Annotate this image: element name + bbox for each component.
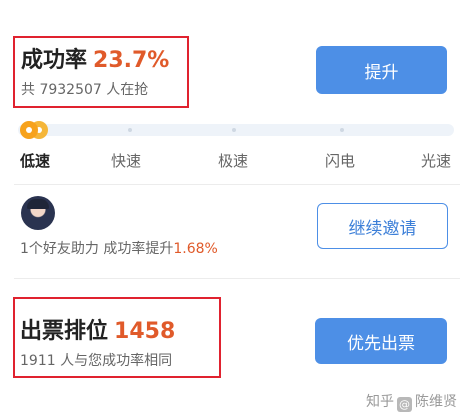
friend-assist-percent: 1.68% — [173, 241, 218, 257]
speed-slider-track[interactable] — [18, 124, 454, 136]
competitors-count: 共 7932507 人在抢 — [21, 82, 149, 98]
divider — [14, 278, 460, 279]
upgrade-button[interactable]: 提升 — [316, 46, 447, 94]
zhihu-logo-icon: @ — [397, 397, 412, 412]
speed-option-extreme[interactable]: 极速 — [218, 150, 248, 171]
friend-assist-text: 1个好友助力 成功率提升1.68% — [20, 238, 218, 258]
ticket-rank-heading: 出票排位 1458 — [20, 313, 175, 345]
speed-tick — [232, 128, 236, 132]
watermark: 知乎 @ 陈维贤 — [366, 391, 457, 412]
speed-tick — [128, 128, 132, 132]
slider-handle-ring-icon — [20, 121, 38, 139]
friend-assist-label: 1个好友助力 成功率提升 — [20, 241, 174, 257]
divider — [14, 184, 460, 185]
friend-avatar — [21, 196, 55, 230]
success-rate-value: 23.7% — [93, 48, 170, 73]
speed-tick — [340, 128, 344, 132]
speed-option-fast[interactable]: 快速 — [111, 150, 141, 171]
success-rate-label: 成功率 — [21, 48, 88, 73]
speed-option-lightning[interactable]: 闪电 — [325, 150, 355, 171]
success-rate-heading: 成功率 23.7% — [21, 42, 169, 74]
ticket-rank-label: 出票排位 — [20, 319, 109, 344]
watermark-prefix: 知乎 — [366, 394, 394, 410]
speed-option-low[interactable]: 低速 — [20, 150, 50, 171]
continue-invite-button[interactable]: 继续邀请 — [317, 203, 448, 249]
ticket-rank-value: 1458 — [114, 319, 176, 344]
watermark-author: 陈维贤 — [415, 394, 457, 410]
speed-option-light[interactable]: 光速 — [421, 150, 451, 171]
same-rate-count: 1911 人与您成功率相同 — [20, 353, 173, 369]
priority-ticket-button[interactable]: 优先出票 — [315, 318, 447, 364]
speed-slider-handle[interactable] — [20, 121, 50, 139]
